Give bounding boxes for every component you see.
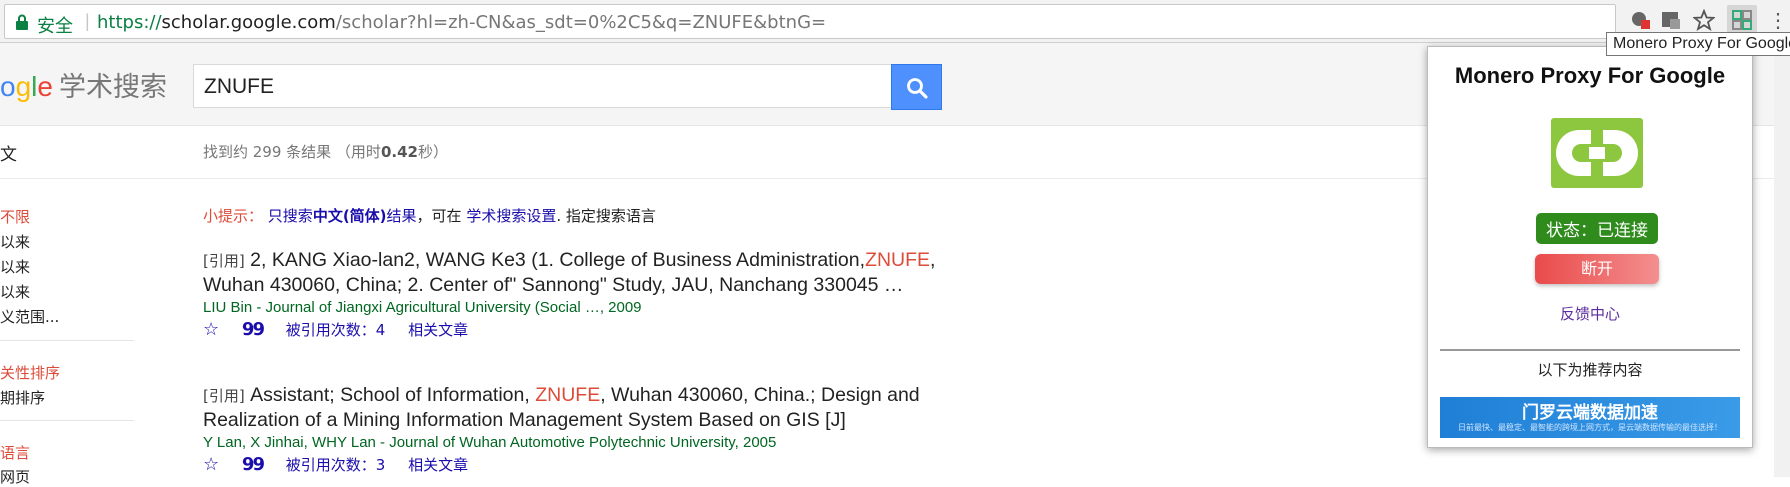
- browser-toolbar: 安全 | https://scholar.google.com/scholar?…: [0, 0, 1790, 43]
- result-title[interactable]: [引用] Assistant; School of Information, Z…: [203, 383, 973, 432]
- stats-time: 0.42: [380, 143, 418, 161]
- cited-by-link[interactable]: 被引用次数：3: [286, 456, 386, 474]
- menu-icon[interactable]: ⋮: [1768, 8, 1788, 33]
- sidebar-divider: [0, 420, 134, 421]
- stats-prefix: 找到约 299 条结果 （用时: [203, 143, 381, 161]
- ad-title: 门罗云端数据加速: [1522, 403, 1658, 423]
- search-result: [引用] Assistant; School of Information, Z…: [203, 383, 973, 475]
- star-icon[interactable]: ☆: [203, 319, 219, 340]
- star-icon[interactable]: ☆: [203, 454, 219, 475]
- search-result: [引用] 2, KANG Xiao-lan2, WANG Ke3 (1. Col…: [203, 248, 973, 340]
- result-actions: ☆ 99 被引用次数：4 相关文章: [203, 319, 973, 340]
- sidebar-time-any[interactable]: 不限: [0, 206, 30, 227]
- feedback-link[interactable]: 反馈中心: [1428, 303, 1752, 324]
- result-actions: ☆ 99 被引用次数：3 相关文章: [203, 454, 973, 475]
- cite-tag: [引用]: [203, 387, 245, 405]
- tip-settings-link[interactable]: 学术搜索设置: [466, 207, 556, 225]
- tip-link1-post: 结果: [386, 207, 417, 225]
- tip-mid: ，可在: [416, 207, 467, 225]
- recommend-label: 以下为推荐内容: [1537, 361, 1643, 379]
- url-path: /scholar?hl=zh-CN&as_sdt=0%2C5&q=ZNUFE&b…: [335, 12, 827, 33]
- search-tip: 小提示： 只搜索中文(简体)结果，可在 学术搜索设置. 指定搜索语言: [203, 205, 656, 226]
- tip-link1-bold: 中文(简体): [312, 207, 387, 225]
- sidebar-sort-date[interactable]: 期排序: [0, 387, 45, 408]
- sidebar-cut-label: 文: [0, 145, 17, 164]
- logo-partial-o: o: [0, 71, 16, 102]
- quote-icon[interactable]: 99: [242, 319, 265, 340]
- tip-end: . 指定搜索语言: [556, 207, 656, 225]
- cited-by-link[interactable]: 被引用次数：4: [286, 321, 386, 339]
- status-badge: 状态：已连接: [1536, 213, 1658, 244]
- disconnect-button[interactable]: 断开: [1535, 254, 1659, 284]
- monero-proxy-toolbar-icon: [1732, 10, 1752, 30]
- quote-icon[interactable]: 99: [242, 454, 265, 475]
- sidebar-divider: [0, 340, 134, 341]
- sidebar-time-item[interactable]: 以来: [0, 231, 30, 252]
- sidebar-time-custom[interactable]: 义范围...: [0, 306, 59, 327]
- translate-icon[interactable]: [1660, 9, 1682, 31]
- lock-icon: [16, 14, 28, 30]
- sidebar-lang-any[interactable]: 语言: [0, 442, 30, 463]
- tip-link1-pre: 只搜索: [267, 207, 313, 225]
- cite-tag: [引用]: [203, 252, 245, 270]
- monero-proxy-logo-icon: [1551, 118, 1643, 188]
- logo-partial-g: g: [15, 71, 32, 102]
- result-meta: LIU Bin - Journal of Jiangxi Agricultura…: [203, 299, 642, 316]
- logo-partial-e: e: [37, 71, 53, 102]
- popup-title: Monero Proxy For Google: [1454, 63, 1726, 88]
- popup-divider: [1440, 349, 1740, 351]
- title-part-a: 2, KANG Xiao-lan2, WANG Ke3 (1. College …: [250, 249, 866, 271]
- search-icon: [907, 78, 928, 99]
- title-part-a: Assistant; School of Information,: [250, 384, 536, 406]
- page-scrollbar[interactable]: [1774, 43, 1790, 477]
- extension-tooltip: Monero Proxy For Google: [1606, 32, 1790, 56]
- url-host: scholar.google.com: [161, 12, 336, 33]
- result-meta: Y Lan, X Jinhai, WHY Lan - Journal of Wu…: [203, 434, 777, 451]
- related-articles-link[interactable]: 相关文章: [408, 456, 468, 474]
- sidebar-time-item[interactable]: 以来: [0, 256, 30, 277]
- monero-proxy-extension-button[interactable]: [1727, 5, 1757, 35]
- url-text[interactable]: https://scholar.google.com/scholar?hl=zh…: [97, 12, 826, 33]
- sidebar-sort-relevance[interactable]: 关性排序: [0, 362, 60, 383]
- extension-icon[interactable]: [1630, 9, 1652, 31]
- result-stats: 找到约 299 条结果 （用时0.42秒）: [203, 141, 448, 162]
- search-button[interactable]: [891, 64, 942, 110]
- address-bar[interactable]: 安全 | https://scholar.google.com/scholar?…: [4, 4, 1616, 39]
- scholar-logo[interactable]: ogle 学术搜索: [0, 65, 167, 104]
- secure-label: 安全: [37, 16, 73, 37]
- title-highlight: ZNUFE: [535, 384, 601, 406]
- url-separator: |: [85, 11, 90, 31]
- tip-label: 小提示：: [203, 207, 264, 225]
- sidebar-time-item[interactable]: 以来: [0, 281, 30, 302]
- scholar-label: 学术搜索: [58, 72, 167, 103]
- extension-popup: Monero Proxy For Google 状态：已连接 断开 反馈中心 以…: [1427, 46, 1753, 448]
- ad-subtitle: 日前最快、最稳定、最智能的跨境上网方式，是云端数据传输的最佳选择！: [1458, 423, 1722, 432]
- ad-banner[interactable]: 门罗云端数据加速 日前最快、最稳定、最智能的跨境上网方式，是云端数据传输的最佳选…: [1440, 397, 1740, 438]
- related-articles-link[interactable]: 相关文章: [408, 321, 468, 339]
- stats-suffix: 秒）: [417, 143, 448, 161]
- url-scheme: https://: [97, 12, 162, 33]
- bookmark-star-icon[interactable]: [1693, 9, 1715, 31]
- result-title[interactable]: [引用] 2, KANG Xiao-lan2, WANG Ke3 (1. Col…: [203, 248, 973, 297]
- search-input[interactable]: ZNUFE: [193, 64, 891, 108]
- tip-only-chinese-link[interactable]: 只搜索中文(简体)结果: [268, 207, 417, 225]
- title-highlight: ZNUFE: [865, 249, 931, 271]
